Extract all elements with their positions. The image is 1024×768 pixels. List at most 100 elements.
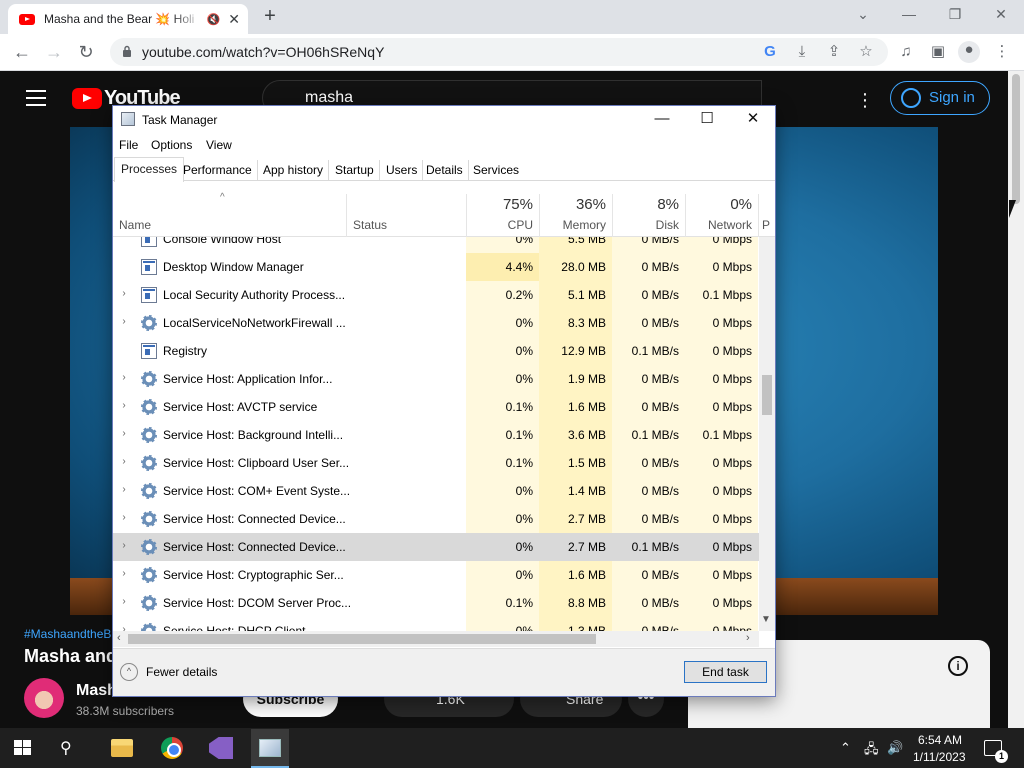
column-divider[interactable]	[758, 194, 759, 237]
expand-chevron-icon[interactable]: ›	[119, 540, 129, 551]
process-row[interactable]: Console Window Host 0% 5.5 MB 0 MB/s 0 Mbps	[113, 237, 759, 253]
forward-button[interactable]: →	[41, 40, 67, 66]
browser-tab[interactable]: Masha and the Bear 💥 Holi 🔇 ✕	[8, 4, 248, 34]
tab-app-history[interactable]: App history	[258, 160, 330, 181]
reload-button[interactable]: ↻	[73, 40, 99, 66]
tray-chevron-up-icon[interactable]: ⌃	[840, 740, 851, 756]
scroll-right-arrow-icon[interactable]: ›	[746, 632, 750, 644]
process-row[interactable]: › Service Host: Connected Device... 0% 2.7 …	[113, 505, 759, 533]
network-total[interactable]: 0%	[689, 196, 752, 213]
process-row[interactable]: › Service Host: COM+ Event Syste... 0% 1.4 …	[113, 477, 759, 505]
tm-minimize-button[interactable]: —	[647, 108, 677, 130]
column-power[interactable]: P	[762, 218, 774, 232]
expand-chevron-icon[interactable]: ›	[119, 372, 129, 383]
restore-button[interactable]: ❐	[932, 4, 978, 26]
tab-performance[interactable]: Performance	[178, 160, 258, 181]
menu-view[interactable]: View	[206, 138, 232, 152]
tab-close-icon[interactable]: ✕	[228, 11, 240, 28]
youtube-settings-icon[interactable]: ⋮	[856, 90, 874, 111]
process-list-vscrollbar[interactable]	[759, 237, 775, 631]
channel-avatar[interactable]	[24, 678, 64, 718]
file-explorer-icon[interactable]	[111, 739, 133, 757]
share-icon[interactable]: ⇪	[824, 43, 844, 61]
search-icon[interactable]: ⚲	[60, 738, 82, 760]
install-app-icon[interactable]: ⤓	[792, 43, 812, 61]
scroll-down-arrow-icon[interactable]: ▼	[761, 614, 771, 625]
menu-file[interactable]: File	[119, 138, 138, 152]
network-icon[interactable]: 🖧	[864, 740, 879, 762]
lock-icon[interactable]	[122, 45, 132, 57]
tab-startup[interactable]: Startup	[330, 160, 380, 181]
cpu-total[interactable]: 75%	[470, 196, 533, 213]
process-row[interactable]: › Service Host: Clipboard User Ser... 0.1%…	[113, 449, 759, 477]
expand-chevron-icon[interactable]: ›	[119, 484, 129, 495]
process-row[interactable]: Registry 0% 12.9 MB 0.1 MB/s 0 Mbps	[113, 337, 759, 365]
profile-avatar-icon[interactable]: ●	[958, 41, 980, 63]
clock-date[interactable]: 1/11/2023	[913, 750, 966, 764]
side-panel-icon[interactable]: ▣	[928, 43, 948, 61]
column-divider[interactable]	[466, 194, 467, 237]
column-divider[interactable]	[539, 194, 540, 237]
new-tab-button[interactable]: +	[258, 5, 282, 29]
expand-chevron-icon[interactable]: ›	[119, 624, 129, 631]
back-button[interactable]: ←	[9, 40, 35, 66]
process-row[interactable]: › Service Host: Cryptographic Ser... 0% 1.6…	[113, 561, 759, 589]
close-window-button[interactable]: ✕	[978, 4, 1024, 26]
expand-chevron-icon[interactable]: ›	[119, 400, 129, 411]
process-row[interactable]: › Service Host: Application Infor... 0% 1.9…	[113, 365, 759, 393]
column-network[interactable]: Network	[689, 218, 752, 232]
channel-name[interactable]: Mash	[76, 682, 117, 700]
youtube-logo-icon[interactable]	[72, 88, 102, 109]
google-lens-icon[interactable]: G	[760, 43, 780, 61]
process-row[interactable]: › LocalServiceNoNetworkFirewall ... 0% 8.3 …	[113, 309, 759, 337]
process-row[interactable]: › Service Host: Connected Device... 0% 2.7 …	[113, 533, 759, 561]
chevron-up-icon[interactable]: ^	[120, 663, 138, 681]
column-status[interactable]: Status	[353, 218, 387, 232]
tab-processes[interactable]: Processes	[114, 157, 185, 182]
disk-total[interactable]: 8%	[616, 196, 679, 213]
expand-chevron-icon[interactable]: ›	[119, 428, 129, 439]
chrome-menu-icon[interactable]: ⋮	[992, 43, 1012, 61]
expand-chevron-icon[interactable]: ›	[119, 316, 129, 327]
media-control-icon[interactable]: ♫	[896, 43, 916, 61]
bookmark-star-icon[interactable]: ☆	[856, 43, 876, 61]
scroll-left-arrow-icon[interactable]: ‹	[117, 632, 121, 644]
tab-services[interactable]: Services	[468, 160, 524, 181]
tm-maximize-button[interactable]: ☐	[692, 108, 722, 130]
chrome-icon[interactable]	[161, 737, 183, 759]
column-memory[interactable]: Memory	[543, 218, 606, 232]
tab-mute-icon[interactable]: 🔇	[207, 13, 221, 26]
tab-users[interactable]: Users	[381, 160, 424, 181]
windows-start-icon[interactable]	[14, 740, 32, 756]
expand-chevron-icon[interactable]: ›	[119, 512, 129, 523]
expand-chevron-icon[interactable]: ›	[119, 288, 129, 299]
process-row[interactable]: › Local Security Authority Process... 0.2%…	[113, 281, 759, 309]
column-divider[interactable]	[346, 194, 347, 237]
process-row[interactable]: › Service Host: AVCTP service 0.1% 1.6 MB 0 …	[113, 393, 759, 421]
clock-time[interactable]: 6:54 AM	[918, 733, 962, 747]
column-cpu[interactable]: CPU	[470, 218, 533, 232]
end-task-button[interactable]: End task	[684, 661, 767, 683]
column-divider[interactable]	[685, 194, 686, 237]
volume-icon[interactable]: 🔊	[887, 740, 903, 756]
info-icon[interactable]: i	[948, 656, 968, 676]
expand-chevron-icon[interactable]: ›	[119, 568, 129, 579]
hamburger-menu-icon[interactable]	[26, 90, 46, 106]
tm-close-button[interactable]: ✕	[738, 108, 768, 130]
expand-chevron-icon[interactable]: ›	[119, 456, 129, 467]
expand-chevron-icon[interactable]: ›	[119, 596, 129, 607]
process-row[interactable]: Desktop Window Manager 4.4% 28.0 MB 0 MB/s 0…	[113, 253, 759, 281]
process-row[interactable]: › Service Host: DHCP Client 0% 1.3 MB 0 MB/s…	[113, 617, 759, 631]
video-hashtag[interactable]: #MashaandtheB	[24, 627, 111, 641]
minimize-button[interactable]: —	[886, 4, 932, 26]
process-row[interactable]: › Service Host: DCOM Server Proc... 0.1% 8.…	[113, 589, 759, 617]
memory-total[interactable]: 36%	[543, 196, 606, 213]
column-disk[interactable]: Disk	[616, 218, 679, 232]
tab-details[interactable]: Details	[421, 160, 469, 181]
vscroll-thumb[interactable]	[762, 375, 772, 415]
fewer-details-link[interactable]: Fewer details	[146, 665, 217, 679]
process-list[interactable]: Console Window Host 0% 5.5 MB 0 MB/s 0 Mbps D…	[113, 237, 759, 631]
tab-search-icon[interactable]: ⌄	[840, 4, 886, 26]
page-scrollbar-thumb[interactable]	[1012, 74, 1020, 204]
column-name[interactable]: Name	[119, 218, 151, 232]
